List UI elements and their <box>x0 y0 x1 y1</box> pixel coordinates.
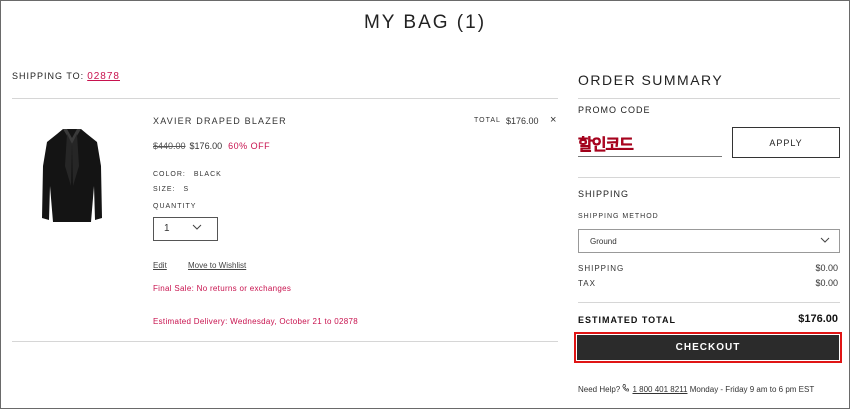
color-value: BLACK <box>193 171 222 178</box>
edit-link[interactable]: Edit <box>153 261 167 270</box>
shipping-to-label: SHIPPING TO: <box>12 71 85 81</box>
estimated-delivery: Estimated Delivery: Wednesday, October 2… <box>153 317 359 326</box>
estimated-total-value: $176.00 <box>798 313 838 325</box>
sale-price: $176.00 <box>189 141 223 151</box>
quantity-select[interactable]: 1 <box>153 217 218 241</box>
shipping-method-select[interactable]: Ground <box>578 229 840 253</box>
checkout-button[interactable]: CHECKOUT <box>577 335 839 360</box>
promo-code-input[interactable]: 할인코드 <box>578 129 722 157</box>
page-title: MY BAG (1) <box>363 12 487 33</box>
shipping-method-value: Ground <box>590 237 617 246</box>
size-attribute: SIZE: S <box>153 186 189 193</box>
bag-page: MY BAG (1) SHIPPING TO: 02878 XAVIER DRAP… <box>0 0 850 409</box>
order-summary-title: ORDER SUMMARY <box>578 72 724 88</box>
shipping-method-label: SHIPPING METHOD <box>578 213 659 220</box>
help-line: Need Help? 1 800 401 8211 Monday - Frida… <box>578 384 814 394</box>
size-value: S <box>183 186 190 193</box>
promo-code-label: PROMO CODE <box>578 105 651 115</box>
quantity-label: QUANTITY <box>153 203 197 210</box>
divider <box>12 98 558 99</box>
divider <box>578 177 840 178</box>
close-icon[interactable]: × <box>550 114 556 126</box>
phone-icon <box>622 384 630 394</box>
move-to-wishlist-link[interactable]: Move to Wishlist <box>188 261 246 270</box>
size-label: SIZE: <box>153 186 176 193</box>
divider <box>578 98 840 99</box>
shipping-cost-value: $0.00 <box>815 263 838 273</box>
color-label: COLOR: <box>153 171 186 178</box>
color-attribute: COLOR: BLACK <box>153 171 222 178</box>
shipping-cost-label: SHIPPING <box>578 264 625 273</box>
chevron-down-icon <box>820 234 830 248</box>
tax-label: TAX <box>578 279 596 288</box>
chevron-down-icon <box>192 221 202 235</box>
original-price: $440.00 <box>153 141 186 151</box>
line-total-label: TOTAL <box>474 117 501 124</box>
divider <box>12 341 558 342</box>
shipping-to: SHIPPING TO: 02878 <box>12 71 120 82</box>
product-image[interactable] <box>41 126 103 226</box>
apply-button[interactable]: APPLY <box>732 127 840 158</box>
tax-value: $0.00 <box>815 278 838 288</box>
price-row: $440.00 $176.00 60% OFF <box>153 141 270 151</box>
shipping-zip-link[interactable]: 02878 <box>87 71 120 82</box>
help-hours: Monday - Friday 9 am to 6 pm EST <box>689 385 815 394</box>
final-sale-notice: Final Sale: No returns or exchanges <box>153 284 292 293</box>
divider <box>578 302 840 303</box>
shipping-heading: SHIPPING <box>578 189 630 199</box>
product-name[interactable]: XAVIER DRAPED BLAZER <box>153 116 287 126</box>
help-label: Need Help? <box>578 385 621 394</box>
estimated-total-label: ESTIMATED TOTAL <box>578 315 676 325</box>
help-phone-link[interactable]: 1 800 401 8211 <box>632 385 687 394</box>
discount-badge: 60% OFF <box>228 141 271 151</box>
line-total-value: $176.00 <box>506 116 539 126</box>
quantity-value: 1 <box>164 223 170 234</box>
